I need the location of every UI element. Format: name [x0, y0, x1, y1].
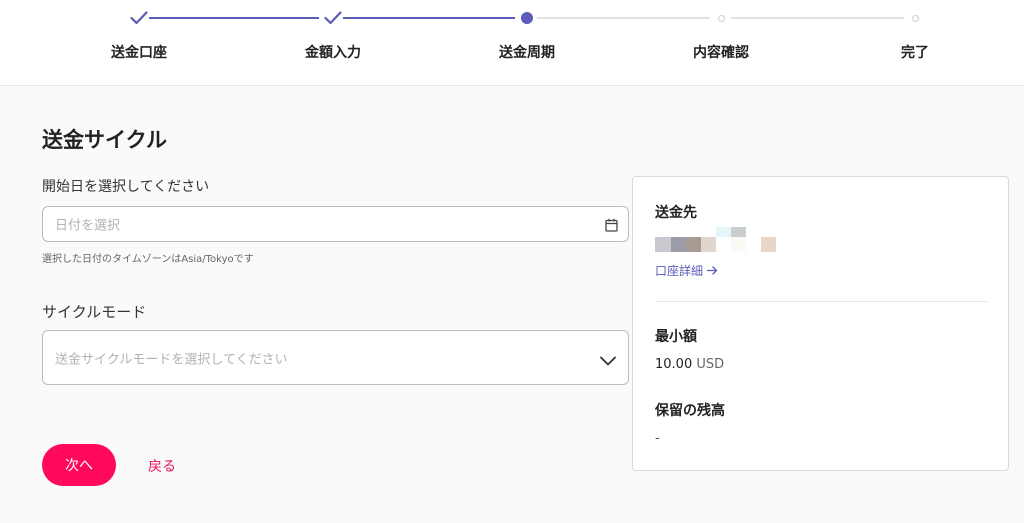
min-amount-title: 最小額	[655, 329, 697, 345]
step-3-active-dot	[517, 8, 537, 28]
progress-stepper: 送金口座 金額入力 送金周期 内容確認 完了	[0, 0, 1024, 86]
start-date-label: 開始日を選択してください	[42, 179, 210, 195]
chevron-down-icon[interactable]	[600, 351, 616, 370]
cycle-mode-select[interactable]: 送金サイクルモードを選択してください	[42, 330, 629, 385]
transfer-summary-card: 送金先 口座詳細 最小額 10.00 USD 保留の残高 -	[632, 176, 1009, 471]
step-1-check-icon	[129, 8, 149, 28]
recipient-name-redacted	[655, 225, 785, 255]
start-date-placeholder: 日付を選択	[55, 218, 121, 234]
arrow-right-icon	[706, 264, 718, 278]
step-label-amount: 金額入力	[305, 45, 361, 61]
min-amount-currency: USD	[696, 357, 725, 372]
recipient-title: 送金先	[655, 205, 697, 221]
stepper-connector	[731, 17, 904, 19]
calendar-icon[interactable]	[605, 217, 618, 236]
timezone-hint: 選択した日付のタイムゾーンはAsia/Tokyoです	[42, 254, 254, 265]
step-4-pending-dot	[711, 8, 731, 28]
step-label-source-account: 送金口座	[111, 45, 167, 61]
cycle-mode-label: サイクルモード	[42, 303, 147, 321]
account-details-link[interactable]: 口座詳細	[655, 262, 718, 279]
step-label-confirm: 内容確認	[693, 45, 749, 61]
stepper-connector	[343, 17, 515, 19]
step-2-check-icon	[323, 8, 343, 28]
next-button[interactable]: 次へ	[42, 444, 116, 486]
stepper-connector	[149, 17, 319, 19]
card-divider	[655, 301, 987, 302]
stepper-connector	[537, 17, 710, 19]
back-link[interactable]: 戻る	[148, 456, 176, 476]
step-5-pending-dot	[905, 8, 925, 28]
account-details-label: 口座詳細	[655, 264, 704, 278]
start-date-input[interactable]: 日付を選択	[42, 206, 629, 242]
reserved-balance-title: 保留の残高	[655, 403, 725, 419]
min-amount-number: 10.00	[655, 357, 693, 372]
cycle-mode-placeholder: 送金サイクルモードを選択してください	[55, 352, 288, 367]
step-label-complete: 完了	[901, 45, 929, 61]
page-title: 送金サイクル	[42, 128, 167, 152]
min-amount-value: 10.00 USD	[655, 357, 724, 372]
step-label-cycle: 送金周期	[499, 45, 555, 61]
reserved-balance-value: -	[655, 431, 660, 446]
